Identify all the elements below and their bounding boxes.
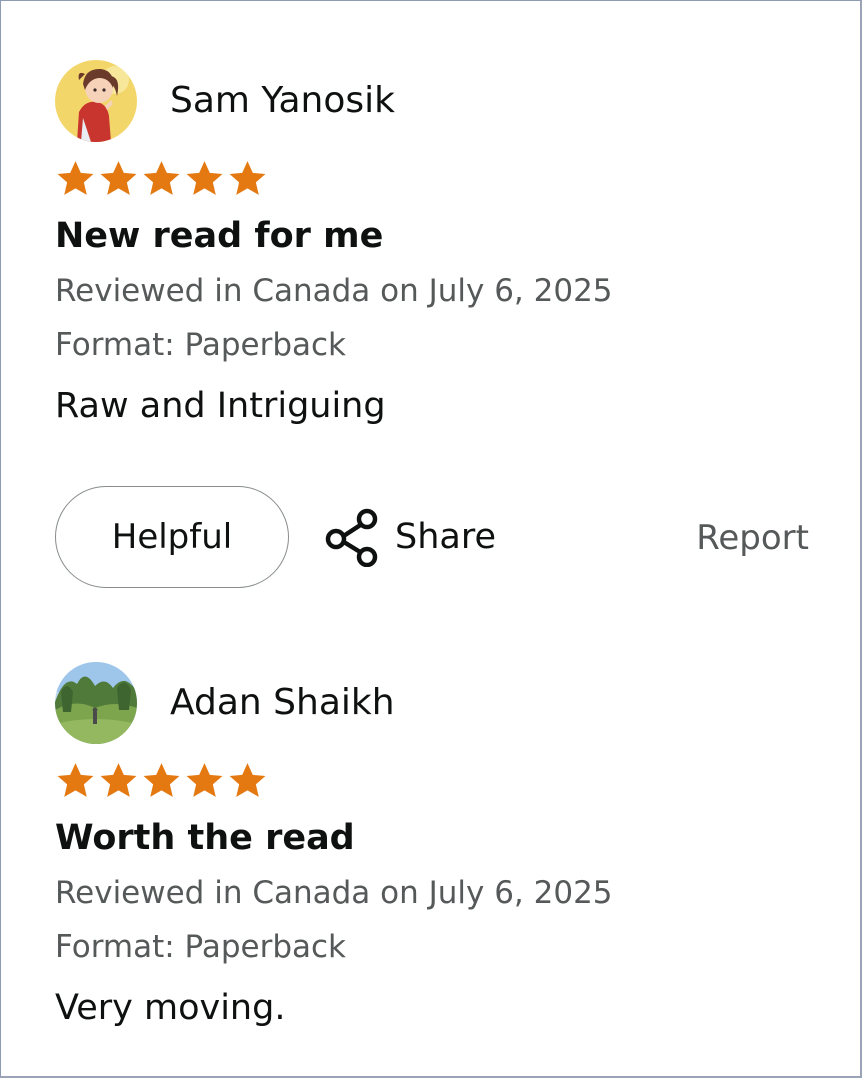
share-label: Share — [395, 517, 497, 557]
review-date: Reviewed in Canada on July 6, 2025 — [55, 875, 613, 911]
review-actions: Helpful Share Report — [55, 486, 815, 590]
star-icon — [229, 762, 266, 797]
reviewer-profile[interactable]: Adan Shaikh — [55, 662, 815, 744]
landscape-photo-avatar-icon — [55, 662, 137, 744]
review-card: Adan Shaikh Worth the read Reviewed in C… — [55, 662, 815, 1030]
review-body: Raw and Intriguing — [55, 386, 386, 426]
review-card: Sam Yanosik New read for me Reviewed in … — [55, 60, 815, 428]
anime-girl-avatar-icon — [55, 60, 137, 142]
review-title[interactable]: Worth the read — [55, 816, 815, 860]
star-rating — [55, 758, 815, 802]
reviewer-name[interactable]: Adan Shaikh — [170, 683, 395, 723]
star-icon — [143, 160, 180, 195]
star-icon — [100, 160, 137, 195]
avatar[interactable] — [55, 60, 137, 142]
star-icon — [100, 762, 137, 797]
star-icon — [57, 762, 94, 797]
review-body: Very moving. — [55, 988, 286, 1028]
reviewer-profile[interactable]: Sam Yanosik — [55, 60, 815, 142]
helpful-button[interactable]: Helpful — [55, 486, 289, 588]
review-date: Reviewed in Canada on July 6, 2025 — [55, 273, 613, 309]
review-format: Format: Paperback — [55, 929, 347, 965]
star-icon — [143, 762, 180, 797]
avatar[interactable] — [55, 662, 137, 744]
report-link[interactable]: Report — [696, 516, 809, 560]
reviewer-name[interactable]: Sam Yanosik — [170, 81, 395, 121]
star-icon — [186, 762, 223, 797]
review-format: Format: Paperback — [55, 327, 347, 363]
star-icon — [57, 160, 94, 195]
share-icon — [325, 508, 378, 567]
star-icon — [186, 160, 223, 195]
share-button[interactable]: Share — [325, 504, 496, 570]
star-rating — [55, 156, 815, 200]
star-icon — [229, 160, 266, 195]
review-title[interactable]: New read for me — [55, 214, 815, 258]
